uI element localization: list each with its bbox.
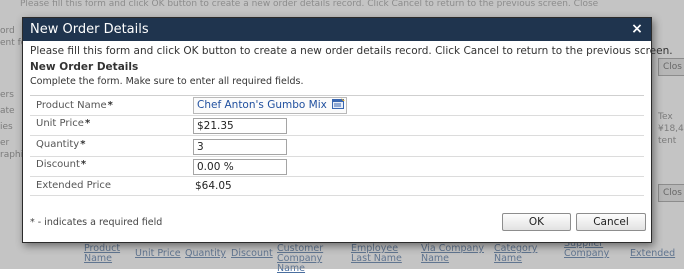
form-row-quantity: Quantity* <box>30 135 644 157</box>
required-marker: * <box>80 159 87 170</box>
field-label: Extended Price <box>36 180 112 191</box>
close-icon[interactable]: × <box>629 21 645 37</box>
section-description: Complete the form. Make sure to enter al… <box>30 76 304 87</box>
dialog-title: New Order Details <box>30 22 149 37</box>
required-field-note: * - indicates a required field <box>30 217 163 228</box>
order-details-form: Product Name* Chef Anton's Gumbo Mix Uni… <box>30 95 644 196</box>
dialog-titlebar[interactable]: New Order Details × <box>23 18 651 41</box>
discount-input[interactable] <box>193 159 287 175</box>
product-name-lookup[interactable]: Chef Anton's Gumbo Mix <box>193 97 348 114</box>
extended-price-value: $64.05 <box>195 180 232 192</box>
form-row-extended-price: Extended Price $64.05 <box>30 176 644 196</box>
form-row-unit-price: Unit Price* <box>30 115 644 136</box>
lookup-list-icon[interactable] <box>332 98 346 110</box>
field-label: Unit Price* <box>36 118 91 129</box>
unit-price-input[interactable] <box>193 118 287 134</box>
form-row-discount: Discount* <box>30 156 644 177</box>
field-label: Discount* <box>36 159 87 170</box>
quantity-input[interactable] <box>193 139 287 155</box>
field-label: Product Name* <box>36 100 113 111</box>
instructions-text: Please fill this form and click OK butto… <box>30 45 673 57</box>
required-marker: * <box>107 100 113 111</box>
required-marker: * <box>80 139 86 150</box>
required-marker: * <box>84 118 91 129</box>
section-title: New Order Details <box>30 61 139 73</box>
form-row-product-name: Product Name* Chef Anton's Gumbo Mix <box>30 96 644 116</box>
ok-button[interactable]: OK <box>502 213 571 231</box>
product-name-link[interactable]: Chef Anton's Gumbo Mix <box>197 99 327 111</box>
cancel-button[interactable]: Cancel <box>576 213 646 231</box>
new-order-details-dialog: New Order Details × Please fill this for… <box>22 17 673 243</box>
field-label: Quantity* <box>36 139 86 150</box>
